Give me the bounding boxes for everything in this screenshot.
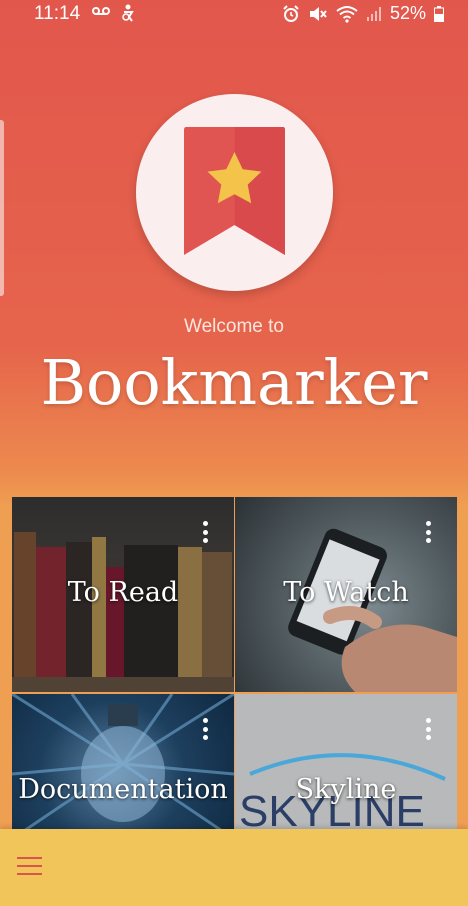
app-title: Bookmarker bbox=[40, 346, 428, 419]
bottom-app-bar bbox=[0, 829, 468, 906]
welcome-text: Welcome to bbox=[184, 316, 284, 337]
tile-to-read[interactable]: To Read bbox=[12, 497, 234, 692]
collections-grid: To Read To Watch Documentation SKYLINE S… bbox=[12, 497, 457, 839]
battery-percent: 52% bbox=[389, 3, 426, 23]
more-options-icon[interactable] bbox=[425, 521, 431, 543]
tile-documentation[interactable]: Documentation bbox=[12, 694, 234, 839]
more-options-icon[interactable] bbox=[202, 521, 208, 543]
more-options-icon[interactable] bbox=[202, 718, 208, 740]
signal-icon bbox=[366, 6, 382, 22]
tile-skyline[interactable]: SKYLINE Skyline bbox=[235, 694, 457, 839]
status-bar: 11:14 52% bbox=[0, 0, 468, 30]
tile-to-watch[interactable]: To Watch bbox=[235, 497, 457, 692]
mute-icon bbox=[308, 5, 328, 23]
tile-label: Skyline bbox=[295, 774, 397, 805]
tile-label: To Watch bbox=[283, 577, 409, 608]
menu-icon[interactable] bbox=[17, 857, 42, 875]
alarm-icon bbox=[282, 4, 300, 23]
tile-label: Documentation bbox=[18, 774, 228, 805]
wifi-icon bbox=[336, 5, 358, 23]
edge-panel-handle[interactable] bbox=[0, 120, 4, 296]
accessibility-icon bbox=[120, 4, 136, 22]
skyline-logo-image: SKYLINE bbox=[235, 694, 457, 839]
battery-icon bbox=[434, 5, 444, 22]
voicemail-icon bbox=[92, 4, 110, 22]
app-logo bbox=[136, 94, 333, 291]
tile-label: To Read bbox=[67, 577, 179, 608]
more-options-icon[interactable] bbox=[425, 718, 431, 740]
status-time: 11:14 bbox=[34, 3, 81, 24]
lightbulb-image bbox=[12, 694, 234, 839]
